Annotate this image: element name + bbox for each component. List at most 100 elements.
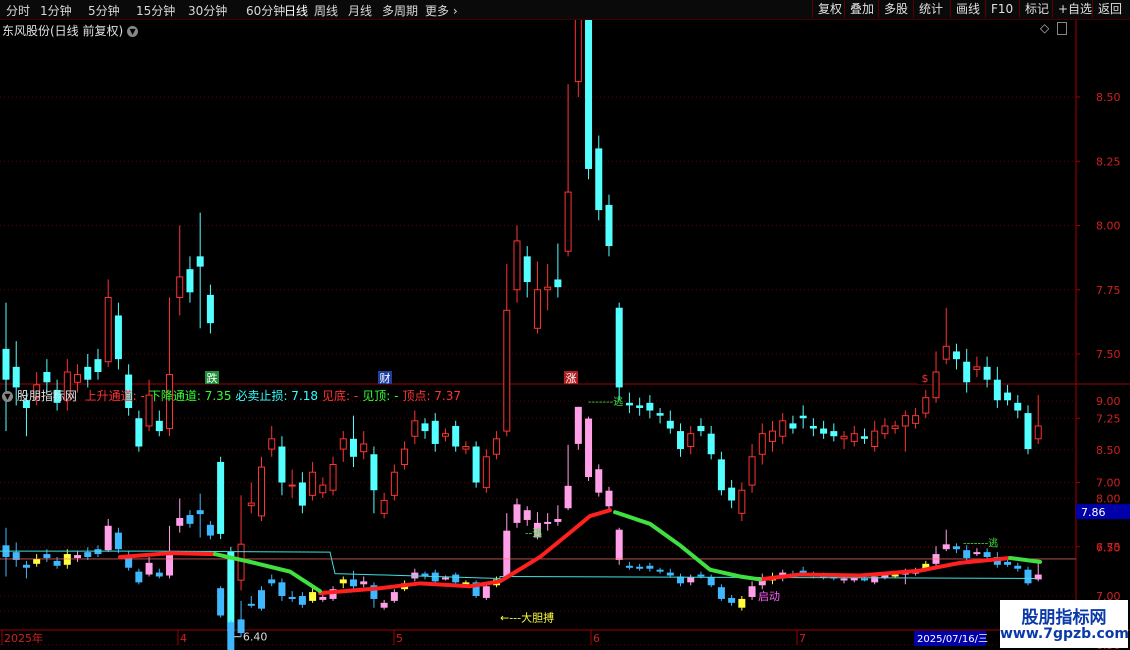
toolbar-button-7[interactable]: +自选 [1052,0,1097,18]
indicator-ytick-label: 8.00 [1096,493,1121,506]
candle-body [656,413,664,416]
period-5[interactable]: 60分钟 [246,2,285,19]
ind-candle-body [298,596,306,605]
toolbar-button-3[interactable]: 统计 [913,0,948,18]
candle-body [891,425,899,430]
toolbar-button-2[interactable]: 多股 [878,0,913,18]
candle-body [625,402,633,406]
period-7[interactable]: 周线 [314,2,338,19]
candle-body [278,446,286,483]
ind-candle-body [554,518,562,522]
period-10[interactable]: 更多 › [425,2,458,19]
toolbar-button-4[interactable]: 画线 [950,0,985,18]
toolbar-button-8[interactable]: 返回 [1092,0,1127,18]
candle-body [513,240,521,291]
candle-body [574,20,582,83]
indicator-ytick-label: 9.00 [1096,395,1121,408]
toolbar-button-5[interactable]: F10 [985,0,1018,18]
main-ytick-label: 8.25 [1096,155,1121,168]
candle-body [74,374,82,383]
candle-body [472,446,480,483]
candle-body [952,351,960,360]
settings-icon[interactable] [1057,22,1068,35]
ind-candle-body [104,525,112,551]
indicator-ytick-label: 8.50 [1096,444,1121,457]
ind-candle-body [952,546,960,550]
period-3[interactable]: 15分钟 [136,2,175,19]
ind-candle-body [74,555,82,558]
cursor-date-label: 2025/07/16/三 [917,634,988,645]
candle-body [431,420,439,444]
ind-candle-body [717,587,725,599]
toolbar-button-1[interactable]: 叠加 [844,0,879,18]
main-panel-title[interactable]: 东风股份(日线 前复权) ▼ [2,22,139,39]
candle-body [860,436,868,439]
main-ytick-label: 7.50 [1096,348,1121,361]
candle-body [268,438,276,450]
indicator-field-0: 上升通道: - [84,389,145,403]
candle-body [1014,402,1022,411]
indicator-field-1: 下降通道: 7.35 [148,389,232,403]
ind-candle-body [186,515,194,524]
period-6[interactable]: 日线 [284,2,308,19]
ind-candle-body [738,598,746,608]
chevron-down-icon[interactable]: ▼ [127,26,139,37]
candle-body [881,425,889,435]
candle-body [840,435,848,440]
candle-body [769,430,776,442]
ind-candle-body [942,544,950,550]
candle-body [523,256,531,283]
ind-candle-body [53,560,61,566]
candle-body [186,269,194,293]
period-9[interactable]: 多周期 [382,2,418,19]
date-label-3: 6 [593,632,600,645]
stock-title: 东风股份(日线 前复权) [2,24,124,38]
ind-candle-body [646,565,654,569]
candle-body [462,446,470,450]
candle-body [298,482,306,506]
toolbar-button-6[interactable]: 标记 [1019,0,1054,18]
candle-body [217,461,225,534]
start-annotation: 启动 [758,590,780,603]
toolbar-button-0[interactable]: 复权 [812,0,847,18]
ind-candle-body [452,574,460,583]
candle-body [319,484,327,494]
period-4[interactable]: 30分钟 [188,2,227,19]
ind-candle-body [390,592,398,601]
panel-controls[interactable]: ◇ [1040,21,1068,35]
watermark: 股朋指标网 www.7gpzb.com [1000,600,1129,648]
indicator-name: 股朋指标网 [16,389,77,403]
ind-candle-body [227,622,235,650]
ind-candle-body [196,510,204,515]
indicator-panel-title[interactable]: ▼ 股朋指标网 上升通道: - 下降通道: 7.35 必卖止损: 7.18 见底: -… [2,387,461,404]
indicator-field-5: 顶点: 7.37 [402,389,462,403]
candle-body [370,454,378,491]
period-0[interactable]: 分时 [6,2,30,19]
chevron-down-icon[interactable]: ▼ [2,391,13,402]
ind-candle-body [43,554,51,558]
period-2[interactable]: 5分钟 [88,2,120,19]
watermark-title: 股朋指标网 [1021,608,1107,628]
ind-candle-body [625,565,633,568]
ind-candle-body [166,555,174,576]
candle-body [452,425,460,447]
date-label-0: 2025年 [4,631,43,645]
candle-body [1034,425,1042,440]
period-1[interactable]: 1分钟 [40,2,72,19]
ind-candle-body [983,552,991,557]
main-ytick-label: 7.00 [1096,477,1121,490]
date-label-1: 4 [180,632,187,645]
ind-candle-body [973,552,981,555]
candle-body [554,279,562,288]
ind-candle-body [666,572,674,576]
ind-candle-body [482,586,490,598]
ind-candle-body [268,579,276,584]
diamond-icon[interactable]: ◇ [1040,21,1049,35]
period-8[interactable]: 月线 [348,2,372,19]
candle-body [922,397,930,414]
ind-candle-body [1004,561,1012,565]
candle-body [605,204,613,247]
candle-body [666,420,674,429]
candle-body [595,148,603,211]
ind-candle-body [339,579,347,584]
